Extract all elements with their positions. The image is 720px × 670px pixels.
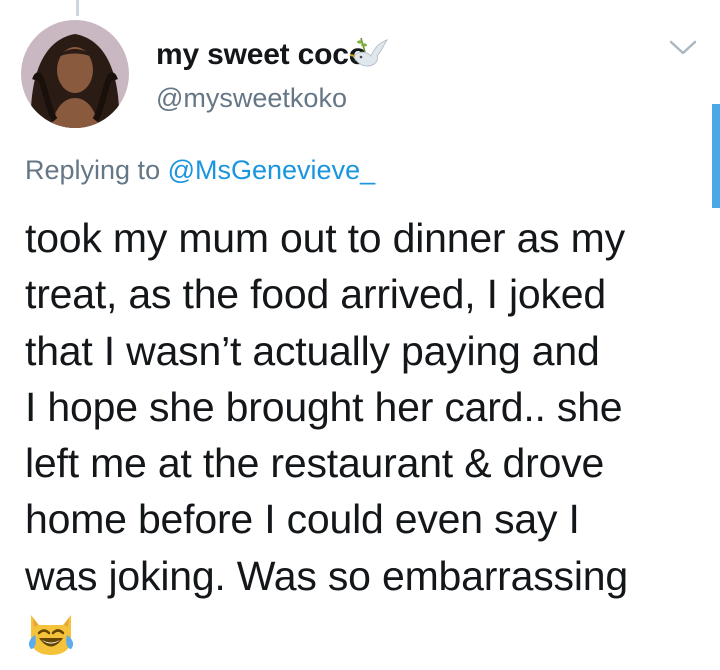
tweet-text-line: that I wasn’t actually paying and bbox=[25, 327, 600, 374]
tweet-text-line: home before I could even say I bbox=[25, 496, 580, 543]
display-name[interactable]: my sweet coco bbox=[156, 38, 367, 72]
thread-line bbox=[76, 0, 79, 16]
reply-context: Replying to @MsGenevieve_ bbox=[25, 155, 375, 186]
reply-prefix: Replying to bbox=[25, 155, 161, 185]
handle[interactable]: @mysweetkoko bbox=[156, 83, 347, 114]
avatar-image bbox=[21, 20, 129, 128]
tweet-text-line: took my mum out to dinner as my bbox=[25, 215, 625, 261]
tweet-text-line: was joking. Was so embarrassing bbox=[25, 552, 628, 599]
scrollbar[interactable] bbox=[712, 104, 720, 208]
tweet-text-line: left me at the restaurant & drove bbox=[25, 440, 605, 487]
tweet-text-line: I hope she brought her card.. she bbox=[25, 383, 623, 430]
avatar[interactable] bbox=[21, 20, 129, 128]
reply-mention-link[interactable]: @MsGenevieve_ bbox=[168, 155, 376, 185]
chevron-down-icon[interactable] bbox=[666, 38, 700, 58]
tweet-text-line: treat, as the food arrived, I joked bbox=[25, 271, 606, 318]
cat-with-tears-of-joy-icon bbox=[28, 615, 74, 655]
tweet-text: took my mum out to dinner as my treat, a… bbox=[25, 210, 705, 604]
dove-with-olive-branch-icon bbox=[349, 37, 389, 67]
